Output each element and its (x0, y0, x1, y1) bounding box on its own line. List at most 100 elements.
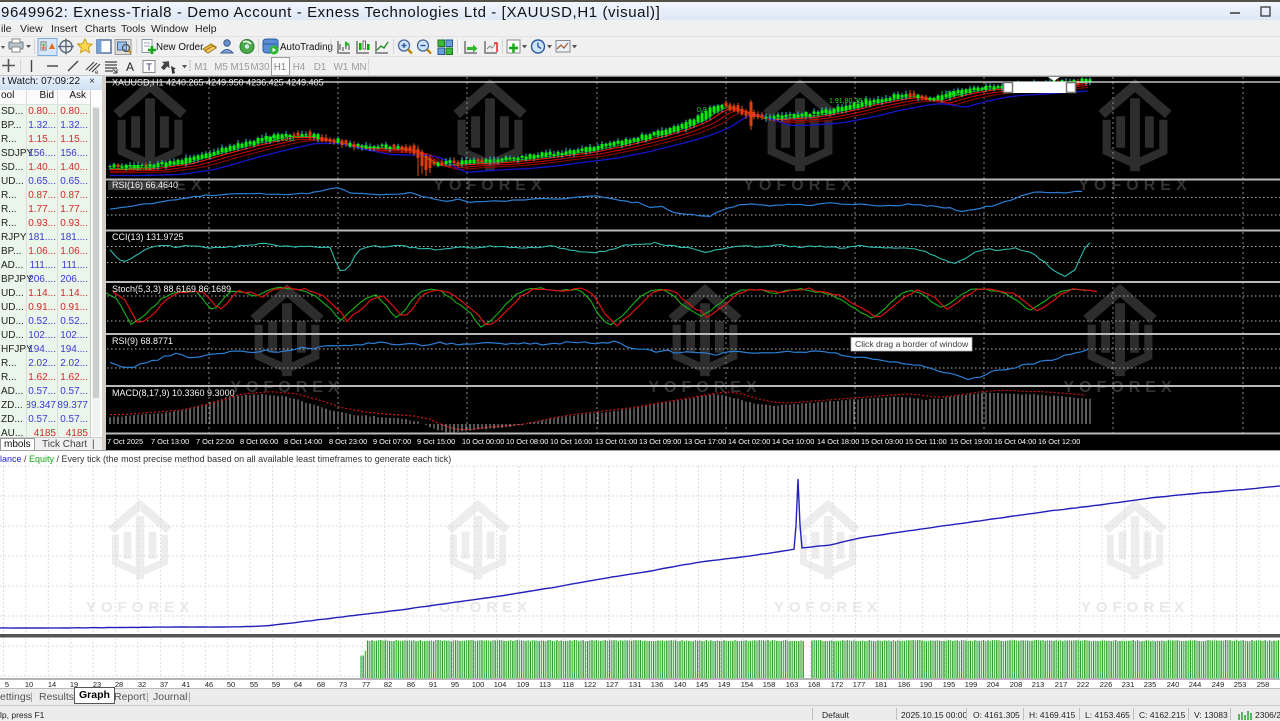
svg-text:13 Oct 09:00: 13 Oct 09:00 (639, 437, 681, 446)
svg-text:16 Oct 04:00: 16 Oct 04:00 (994, 437, 1036, 446)
svg-text:86: 86 (407, 680, 415, 688)
svg-text:3.28,69.61: 3.28,69.61 (119, 165, 152, 172)
svg-text:154: 154 (741, 680, 754, 688)
svg-text:231: 231 (1122, 680, 1135, 688)
svg-text:82: 82 (384, 680, 392, 688)
svg-text:145: 145 (696, 680, 709, 688)
svg-text:41: 41 (182, 680, 190, 688)
svg-text:YOFOREX: YOFOREX (230, 379, 343, 396)
svg-text:208: 208 (1010, 680, 1023, 688)
svg-text:140: 140 (674, 680, 687, 688)
svg-text:M15: M15 (230, 62, 250, 73)
svg-text:8 Oct 06:00: 8 Oct 06:00 (240, 437, 278, 446)
svg-text:28: 28 (115, 680, 123, 688)
svg-text:H1: H1 (274, 62, 287, 73)
svg-text:M1: M1 (194, 62, 208, 73)
svg-text:222: 222 (1077, 680, 1090, 688)
svg-text:lance / Equity / Every tick (t: lance / Equity / Every tick (the most pr… (0, 454, 451, 464)
svg-text:9 Oct 15:00: 9 Oct 15:00 (417, 437, 455, 446)
svg-text:181: 181 (875, 680, 888, 688)
svg-text:2.68,69.3: 2.68,69.3 (265, 136, 294, 143)
svg-text:50: 50 (227, 680, 235, 688)
svg-text:YOFOREX: YOFOREX (774, 599, 882, 616)
svg-text:32: 32 (138, 680, 146, 688)
svg-text:10: 10 (25, 680, 33, 688)
svg-text:15 Oct 19:00: 15 Oct 19:00 (950, 437, 992, 446)
svg-text:73: 73 (339, 680, 347, 688)
svg-text:172: 172 (831, 680, 844, 688)
svg-text:AutoTrading: AutoTrading (280, 42, 333, 53)
svg-text:64: 64 (294, 680, 302, 688)
svg-text:1.34,48: 1.34,48 (940, 91, 963, 98)
svg-text:68: 68 (317, 680, 325, 688)
svg-text:M5: M5 (214, 62, 228, 73)
svg-text:213: 213 (1032, 680, 1045, 688)
svg-text:H4: H4 (293, 62, 306, 73)
svg-text:118: 118 (562, 680, 574, 688)
svg-text:YOFOREX: YOFOREX (1063, 379, 1176, 396)
svg-text:131: 131 (629, 680, 642, 688)
svg-text:M30: M30 (250, 62, 270, 73)
svg-text:14 Oct 10:00: 14 Oct 10:00 (772, 437, 814, 446)
svg-text:136: 136 (651, 680, 664, 688)
svg-text:RSI(9) 68.8771: RSI(9) 68.8771 (112, 336, 173, 346)
svg-text:168: 168 (808, 680, 821, 688)
svg-text:190: 190 (920, 680, 933, 688)
svg-text:*: * (2, 635, 5, 642)
svg-text:199: 199 (965, 680, 978, 688)
svg-text:15 Oct 11:00: 15 Oct 11:00 (905, 437, 947, 446)
svg-text:59: 59 (272, 680, 280, 688)
svg-text:100: 100 (472, 680, 485, 688)
svg-text:13 Oct 17:00: 13 Oct 17:00 (684, 437, 726, 446)
svg-text:10 Oct 00:00: 10 Oct 00:00 (462, 437, 504, 446)
svg-text:YOFOREX: YOFOREX (1081, 599, 1189, 616)
svg-text:7 Oct 2025: 7 Oct 2025 (107, 437, 143, 446)
svg-text:235: 235 (1144, 680, 1157, 688)
svg-text:55: 55 (250, 680, 258, 688)
svg-text:186: 186 (898, 680, 911, 688)
svg-text:244: 244 (1189, 680, 1202, 688)
svg-text:1.91,80.36,9: 1.91,80.36,9 (829, 98, 868, 105)
svg-text:W1: W1 (334, 62, 349, 73)
svg-text:13 Oct 01:00: 13 Oct 01:00 (595, 437, 637, 446)
svg-text:14: 14 (48, 680, 56, 688)
svg-text:104: 104 (494, 680, 507, 688)
svg-text:240: 240 (1167, 680, 1180, 688)
svg-text:10 Oct 08:00: 10 Oct 08:00 (506, 437, 548, 446)
svg-text:14 Oct 18:00: 14 Oct 18:00 (817, 437, 859, 446)
svg-text:109: 109 (517, 680, 530, 688)
svg-text:RSI(16) 66.4640: RSI(16) 66.4640 (112, 180, 178, 190)
svg-text:204: 204 (987, 680, 1000, 688)
svg-text:14 Oct 02:00: 14 Oct 02:00 (728, 437, 770, 446)
svg-text:127: 127 (606, 680, 619, 688)
svg-text:YOFOREX: YOFOREX (424, 599, 532, 616)
svg-text:253: 253 (1234, 680, 1247, 688)
svg-text:195: 195 (943, 680, 956, 688)
svg-text:217: 217 (1055, 680, 1068, 688)
svg-text:249: 249 (1212, 680, 1225, 688)
svg-text:37: 37 (160, 680, 168, 688)
svg-text:226: 226 (1100, 680, 1113, 688)
svg-text:CCI(13) 131.9725: CCI(13) 131.9725 (112, 232, 184, 242)
svg-text:YOFOREX: YOFOREX (648, 379, 761, 396)
svg-text:177: 177 (853, 680, 866, 688)
svg-text:9 Oct 07:00: 9 Oct 07:00 (373, 437, 411, 446)
svg-text:MN: MN (351, 62, 366, 73)
svg-text:15 Oct 03:00: 15 Oct 03:00 (861, 437, 903, 446)
svg-text:7 Oct 22:00: 7 Oct 22:00 (196, 437, 234, 446)
svg-text:0.9: 0.9 (697, 107, 707, 114)
svg-text:7 Oct 13:00: 7 Oct 13:00 (151, 437, 189, 446)
svg-text:77: 77 (362, 680, 370, 688)
svg-text:8 Oct 14:00: 8 Oct 14:00 (284, 437, 322, 446)
svg-text:T: T (146, 63, 152, 74)
svg-text:10 Oct 16:00: 10 Oct 16:00 (550, 437, 592, 446)
svg-text:158: 158 (763, 680, 776, 688)
svg-text:A: A (126, 60, 134, 74)
svg-text:8 Oct 23:00: 8 Oct 23:00 (329, 437, 367, 446)
svg-text:163: 163 (786, 680, 799, 688)
svg-text:16 Oct 12:00: 16 Oct 12:00 (1038, 437, 1080, 446)
svg-text:122: 122 (584, 680, 597, 688)
svg-text:MACD(8,17,9) 10.3360 9.3000: MACD(8,17,9) 10.3360 9.3000 (112, 388, 235, 398)
svg-text:258: 258 (1257, 680, 1270, 688)
svg-text:91: 91 (429, 680, 437, 688)
